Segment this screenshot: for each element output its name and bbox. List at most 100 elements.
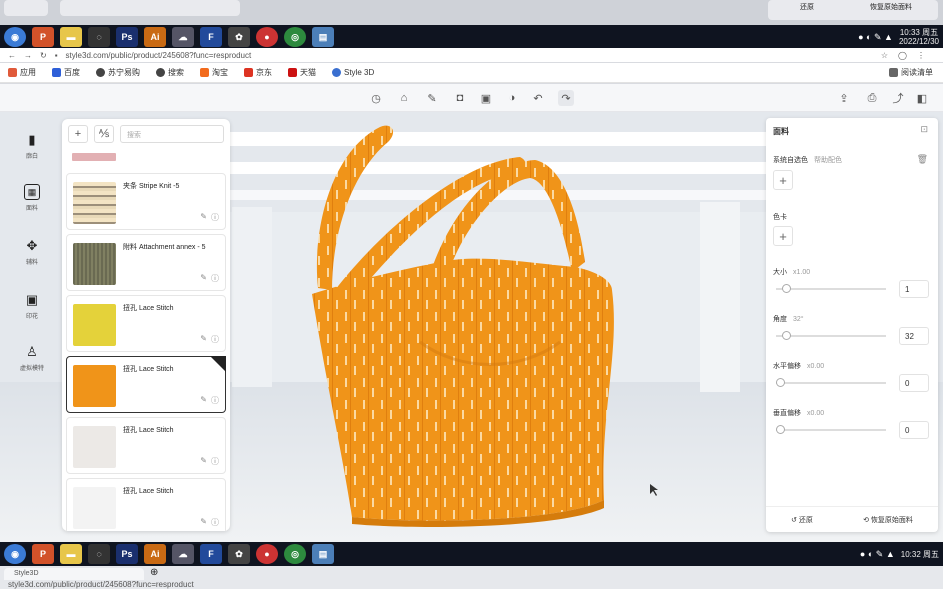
share-icon[interactable]: ⤴ bbox=[890, 90, 906, 106]
back-icon[interactable]: ← bbox=[8, 51, 16, 60]
angle-slider[interactable] bbox=[776, 331, 886, 340]
layout-icon[interactable]: ◧ bbox=[914, 90, 930, 106]
fabric-card[interactable]: 附料 Attachment annex - 5 ✎ ⓘ bbox=[66, 234, 226, 291]
vshift-slider[interactable] bbox=[776, 425, 886, 434]
top-restore-label[interactable]: 还原 bbox=[800, 2, 814, 12]
restore-button[interactable]: ↺ 还原 bbox=[791, 515, 813, 525]
fabric-card[interactable]: 夹条 Stripe Knit -5 ✎ ⓘ bbox=[66, 173, 226, 230]
reload-icon[interactable]: ↻ bbox=[40, 51, 47, 60]
undo-icon[interactable]: ↶ bbox=[530, 90, 546, 106]
edit-icon[interactable]: ✎ bbox=[200, 517, 207, 528]
fabric-card[interactable]: 扭孔 Lace Stitch ✎ ⓘ bbox=[66, 478, 226, 531]
rail-item-print[interactable]: ▣ 印花 bbox=[8, 292, 56, 320]
collapse-icon[interactable]: ⊡ bbox=[920, 124, 928, 135]
size-slider-knob[interactable] bbox=[781, 284, 791, 293]
app-icon[interactable]: ◌ bbox=[88, 544, 110, 564]
hshift-slider[interactable] bbox=[776, 378, 886, 387]
new-tab-icon[interactable]: ⊕ bbox=[150, 567, 158, 578]
garment-icon[interactable]: ⌂ bbox=[396, 90, 412, 106]
upload-icon[interactable]: ⇪ bbox=[836, 90, 852, 106]
bookmark-taobao[interactable]: 淘宝 bbox=[200, 67, 228, 78]
edit-icon[interactable]: ✎ bbox=[200, 212, 207, 223]
app-icon[interactable]: ◌ bbox=[88, 27, 110, 47]
url-text[interactable]: style3d.com/public/product/245608?func=r… bbox=[66, 51, 252, 60]
light-icon[interactable]: ◑ bbox=[504, 90, 520, 106]
photoshop-icon[interactable]: Ps bbox=[116, 544, 138, 564]
profile-icon[interactable]: ◯ bbox=[898, 51, 907, 60]
start-icon[interactable]: ◉ bbox=[4, 27, 26, 47]
export-icon[interactable]: ⎙ bbox=[864, 90, 880, 106]
angle-input[interactable]: 32 bbox=[899, 327, 929, 345]
bookmark-search[interactable]: 搜索 bbox=[156, 67, 184, 78]
network-icon[interactable]: ☁ bbox=[172, 27, 194, 47]
illustrator-icon[interactable]: Ai bbox=[144, 544, 166, 564]
size-input[interactable]: 1 bbox=[899, 280, 929, 298]
color-app-icon[interactable]: ● bbox=[256, 544, 278, 564]
powerpoint-icon[interactable]: P bbox=[32, 27, 54, 47]
bookmark-jd[interactable]: 京东 bbox=[244, 67, 272, 78]
frame-icon[interactable]: ▣ bbox=[478, 90, 494, 106]
gear-app-icon[interactable]: ✿ bbox=[228, 27, 250, 47]
edit-icon[interactable]: ✎ bbox=[200, 273, 207, 284]
chrome-icon[interactable]: ◎ bbox=[284, 544, 306, 564]
hshift-slider-knob[interactable] bbox=[776, 378, 785, 387]
info-icon[interactable]: ⓘ bbox=[211, 334, 219, 345]
window-app-icon[interactable]: ▤ bbox=[312, 27, 334, 47]
rail-item-silhouette[interactable]: ▮ 廓白 bbox=[8, 132, 56, 160]
reset-fabric-button[interactable]: ⟲ 恢复原始面料 bbox=[863, 515, 913, 525]
add-fabric-button[interactable]: + bbox=[68, 125, 88, 143]
bookmark-apps[interactable]: 应用 bbox=[8, 67, 36, 78]
info-icon[interactable]: ⓘ bbox=[211, 273, 219, 284]
bookmark-tmall[interactable]: 天猫 bbox=[288, 67, 316, 78]
info-icon[interactable]: ⓘ bbox=[211, 456, 219, 467]
f-app-icon[interactable]: F bbox=[200, 544, 222, 564]
add-system-color-button[interactable]: + bbox=[773, 170, 793, 190]
star-icon[interactable]: ☆ bbox=[881, 51, 888, 60]
f-app-icon[interactable]: F bbox=[200, 27, 222, 47]
redo-icon[interactable]: ↷ bbox=[558, 90, 574, 106]
bottom-url-text[interactable]: style3d.com/public/product/245608?func=r… bbox=[8, 580, 194, 589]
browser-tab[interactable]: Style3D bbox=[4, 568, 144, 580]
rail-item-avatar[interactable]: ♙ 虚拟模特 bbox=[8, 344, 56, 372]
menu-icon[interactable]: ⋮ bbox=[917, 51, 925, 60]
folder-icon[interactable]: ▬ bbox=[60, 27, 82, 47]
bookmark-suning[interactable]: 苏宁易购 bbox=[96, 67, 140, 78]
color-app-icon[interactable]: ● bbox=[256, 27, 278, 47]
folder-icon[interactable]: ▬ bbox=[60, 544, 82, 564]
window-app-icon[interactable]: ▤ bbox=[312, 544, 334, 564]
history-icon[interactable]: ◷ bbox=[368, 90, 384, 106]
network-icon[interactable]: ☁ bbox=[172, 544, 194, 564]
delete-icon[interactable]: 🗑 bbox=[917, 154, 928, 165]
fabric-card[interactable]: 扭孔 Lace Stitch ✎ ⓘ bbox=[66, 417, 226, 474]
filter-button[interactable]: ⅍ bbox=[94, 125, 114, 143]
fabric-card[interactable]: 扭孔 Lace Stitch ✎ ⓘ bbox=[66, 295, 226, 352]
hshift-input[interactable]: 0 bbox=[899, 374, 929, 392]
rail-item-fabric[interactable]: ▦ 面料 bbox=[8, 184, 56, 212]
forward-icon[interactable]: → bbox=[24, 51, 32, 60]
info-icon[interactable]: ⓘ bbox=[211, 517, 219, 528]
gear-app-icon[interactable]: ✿ bbox=[228, 544, 250, 564]
size-slider[interactable] bbox=[776, 284, 886, 293]
info-icon[interactable]: ⓘ bbox=[211, 395, 219, 406]
bookmark-baidu[interactable]: 百度 bbox=[52, 67, 80, 78]
add-palette-button[interactable]: + bbox=[773, 226, 793, 246]
start-icon[interactable]: ◉ bbox=[4, 544, 26, 564]
edit-icon[interactable]: ✎ bbox=[200, 456, 207, 467]
reading-list[interactable]: 阅读清单 bbox=[889, 67, 933, 78]
fabric-card-selected[interactable]: 扭孔 Lace Stitch ✎ ⓘ bbox=[66, 356, 226, 413]
vshift-slider-knob[interactable] bbox=[776, 425, 785, 434]
powerpoint-icon[interactable]: P bbox=[32, 544, 54, 564]
bookmark-style3d[interactable]: Style 3D bbox=[332, 68, 374, 77]
illustrator-icon[interactable]: Ai bbox=[144, 27, 166, 47]
rail-item-trims[interactable]: ✥ 辅料 bbox=[8, 238, 56, 266]
edit-icon[interactable]: ✎ bbox=[200, 334, 207, 345]
edit-icon[interactable]: ✎ bbox=[200, 395, 207, 406]
photoshop-icon[interactable]: Ps bbox=[116, 27, 138, 47]
vshift-input[interactable]: 0 bbox=[899, 421, 929, 439]
top-reset-label[interactable]: 恢复原始面料 bbox=[870, 2, 912, 12]
angle-slider-knob[interactable] bbox=[781, 331, 791, 340]
fabric-search-input[interactable]: 搜索 bbox=[120, 125, 224, 143]
chrome-icon[interactable]: ◎ bbox=[284, 27, 306, 47]
camera-icon[interactable]: ◘ bbox=[452, 90, 468, 106]
info-icon[interactable]: ⓘ bbox=[211, 212, 219, 223]
